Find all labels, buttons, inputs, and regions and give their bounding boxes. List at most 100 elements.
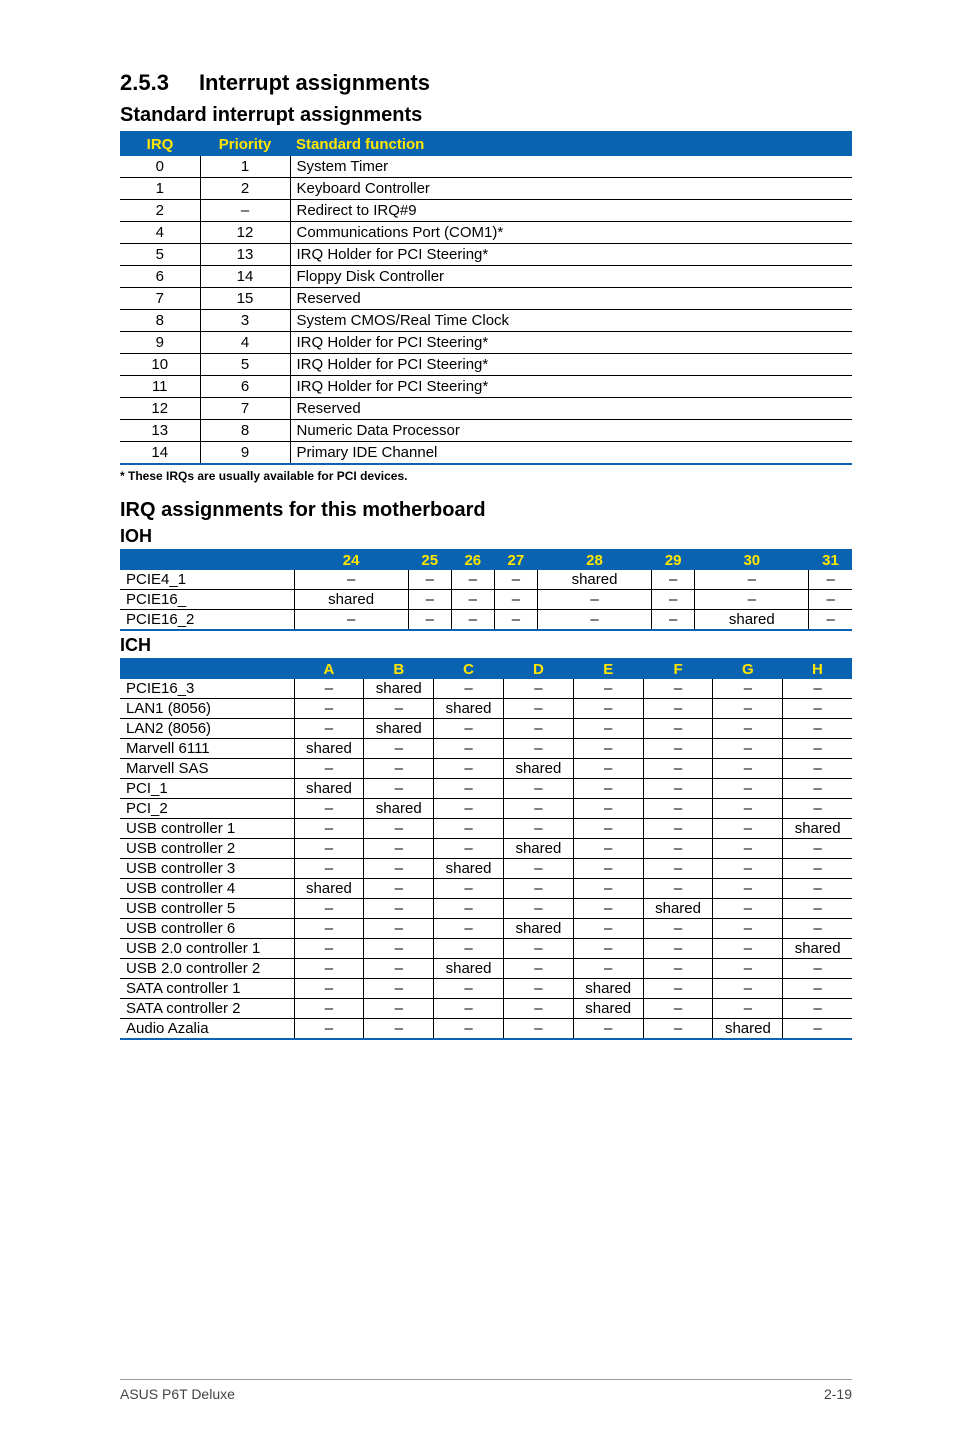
table-row: PCIE16_2––––––shared– <box>120 610 852 630</box>
cell-value: shared <box>364 719 434 739</box>
cell-value: shared <box>503 919 573 939</box>
cell-value: shared <box>695 610 809 630</box>
col-function: Standard function <box>290 133 852 156</box>
table-row: PCIE4_1––––shared––– <box>120 570 852 590</box>
table-row: PCIE16_3–shared–––––– <box>120 679 852 699</box>
cell-value: – <box>408 570 451 590</box>
table-row: USB controller 2–––shared–––– <box>120 839 852 859</box>
cell-value: – <box>573 839 643 859</box>
cell-value: – <box>503 939 573 959</box>
cell-value: – <box>537 610 651 630</box>
col-D: D <box>503 660 573 679</box>
std-interrupt-table: IRQ Priority Standard function 01System … <box>120 133 852 463</box>
col-29: 29 <box>652 551 695 570</box>
table-row: 94IRQ Holder for PCI Steering* <box>120 332 852 354</box>
cell-value: – <box>434 759 504 779</box>
col-irq: IRQ <box>120 133 200 156</box>
cell-value: – <box>695 570 809 590</box>
cell-value: – <box>713 839 783 859</box>
cell-value: – <box>713 719 783 739</box>
cell-value: – <box>434 1019 504 1039</box>
cell-value: – <box>494 590 537 610</box>
cell-value: – <box>503 739 573 759</box>
cell-irq: 4 <box>120 222 200 244</box>
cell-value: – <box>809 570 852 590</box>
table-row: LAN1 (8056)––shared––––– <box>120 699 852 719</box>
ioh-label: IOH <box>120 526 852 547</box>
cell-value: shared <box>434 699 504 719</box>
cell-value: – <box>713 679 783 699</box>
cell-irq: 12 <box>120 398 200 420</box>
cell-irq: 11 <box>120 376 200 398</box>
cell-function: Reserved <box>290 288 852 310</box>
cell-value: – <box>364 899 434 919</box>
cell-value: – <box>294 799 364 819</box>
cell-value: – <box>643 999 713 1019</box>
col-26: 26 <box>451 551 494 570</box>
cell-device: SATA controller 1 <box>120 979 294 999</box>
table-row: USB controller 5–––––shared–– <box>120 899 852 919</box>
cell-value: – <box>783 799 852 819</box>
cell-value: – <box>434 879 504 899</box>
col-H: H <box>783 660 852 679</box>
cell-value: – <box>364 779 434 799</box>
table-row: 116IRQ Holder for PCI Steering* <box>120 376 852 398</box>
cell-value: – <box>294 839 364 859</box>
cell-irq: 13 <box>120 420 200 442</box>
cell-value: – <box>494 570 537 590</box>
cell-function: Redirect to IRQ#9 <box>290 200 852 222</box>
cell-value: – <box>783 879 852 899</box>
table-row: 105IRQ Holder for PCI Steering* <box>120 354 852 376</box>
cell-value: – <box>643 1019 713 1039</box>
cell-value: – <box>643 779 713 799</box>
col-E: E <box>573 660 643 679</box>
table-row: 715Reserved <box>120 288 852 310</box>
col-A: A <box>294 660 364 679</box>
cell-value: – <box>434 939 504 959</box>
cell-value: – <box>294 899 364 919</box>
cell-value: – <box>643 919 713 939</box>
table-row: LAN2 (8056)–shared–––––– <box>120 719 852 739</box>
cell-function: Communications Port (COM1)* <box>290 222 852 244</box>
table-row: 83System CMOS/Real Time Clock <box>120 310 852 332</box>
cell-value: – <box>783 999 852 1019</box>
cell-value: – <box>503 979 573 999</box>
std-interrupt-table-wrap: IRQ Priority Standard function 01System … <box>120 131 852 465</box>
cell-value: – <box>643 719 713 739</box>
cell-value: – <box>434 919 504 939</box>
cell-value: – <box>783 839 852 859</box>
cell-value: – <box>364 739 434 759</box>
cell-priority: 5 <box>200 354 290 376</box>
cell-value: – <box>573 819 643 839</box>
col-F: F <box>643 660 713 679</box>
table-row: PCIE16_shared––––––– <box>120 590 852 610</box>
cell-value: – <box>294 959 364 979</box>
cell-value: – <box>294 1019 364 1039</box>
cell-value: – <box>573 959 643 979</box>
cell-device: LAN1 (8056) <box>120 699 294 719</box>
cell-value: – <box>652 570 695 590</box>
cell-device: Marvell 6111 <box>120 739 294 759</box>
table-row: 2–Redirect to IRQ#9 <box>120 200 852 222</box>
cell-value: – <box>503 719 573 739</box>
cell-value: – <box>364 919 434 939</box>
col-device <box>120 660 294 679</box>
cell-value: – <box>503 799 573 819</box>
cell-value: – <box>643 879 713 899</box>
cell-value: – <box>809 590 852 610</box>
cell-function: Primary IDE Channel <box>290 442 852 464</box>
cell-value: – <box>408 590 451 610</box>
footer-left: ASUS P6T Deluxe <box>120 1386 235 1402</box>
cell-value: – <box>713 899 783 919</box>
cell-device: USB 2.0 controller 2 <box>120 959 294 979</box>
table-row: PCI_2–shared–––––– <box>120 799 852 819</box>
cell-value: – <box>643 679 713 699</box>
cell-value: – <box>573 859 643 879</box>
cell-device: USB controller 5 <box>120 899 294 919</box>
cell-device: PCI_1 <box>120 779 294 799</box>
cell-value: – <box>573 939 643 959</box>
col-27: 27 <box>494 551 537 570</box>
cell-value: – <box>503 1019 573 1039</box>
cell-function: Keyboard Controller <box>290 178 852 200</box>
cell-device: USB controller 3 <box>120 859 294 879</box>
